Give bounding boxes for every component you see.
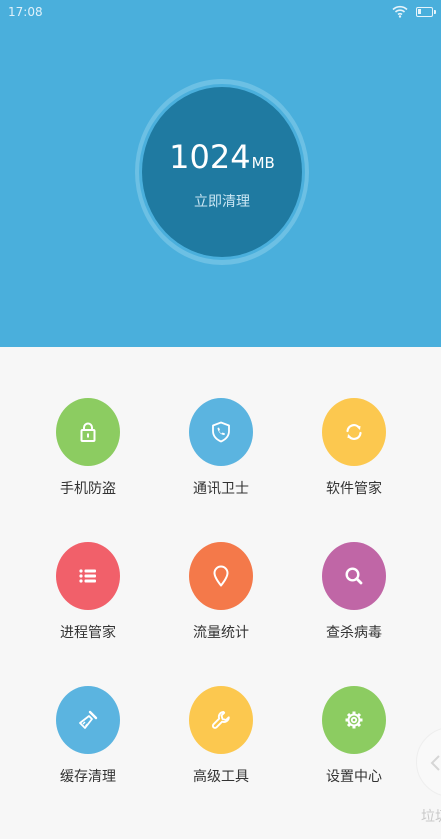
grid-label: 手机防盗 xyxy=(60,481,116,497)
traffic-stats-circle xyxy=(189,542,253,610)
grid-item-settings[interactable]: 设置中心 xyxy=(299,686,409,796)
status-bar: 17:08 xyxy=(0,0,441,24)
clean-now-label: 立即清理 xyxy=(194,194,250,210)
app-manager-circle xyxy=(322,398,386,466)
grid-label: 软件管家 xyxy=(326,481,382,497)
gear-icon xyxy=(345,711,363,729)
wrench-icon xyxy=(212,711,230,729)
grid-label: 设置中心 xyxy=(326,769,382,785)
grid-label: 通讯卫士 xyxy=(193,481,249,497)
call-guard-circle xyxy=(189,398,253,466)
grid-label: 查杀病毒 xyxy=(326,625,382,641)
settings-circle xyxy=(322,686,386,754)
anti-theft-circle xyxy=(56,398,120,466)
grid-label: 高级工具 xyxy=(193,769,249,785)
refresh-icon xyxy=(346,424,362,440)
grid-item-call-guard[interactable]: 通讯卫士 xyxy=(166,398,276,508)
list-icon xyxy=(79,569,96,583)
clean-now-button[interactable]: 1024MB 立即清理 xyxy=(142,87,302,257)
virus-scan-circle xyxy=(322,542,386,610)
header-panel: 17:08 1024MB 立即清理 xyxy=(0,0,441,347)
search-icon xyxy=(345,567,363,585)
grid-label: 流量统计 xyxy=(193,625,249,641)
grid-item-traffic-stats[interactable]: 流量统计 xyxy=(166,542,276,652)
cache-clean-circle xyxy=(56,686,120,754)
chevron-left-icon xyxy=(430,755,440,771)
lock-icon xyxy=(80,422,96,442)
grid-item-process-manager[interactable]: 进程管家 xyxy=(33,542,143,652)
grid-item-advanced-tools[interactable]: 高级工具 xyxy=(166,686,276,796)
grid-label: 进程管家 xyxy=(60,625,116,641)
edge-drawer-label: 垃圾 xyxy=(421,809,441,825)
grid-item-virus-scan[interactable]: 查杀病毒 xyxy=(299,542,409,652)
phone-shield-icon xyxy=(212,421,230,443)
status-time: 17:08 xyxy=(8,5,43,19)
grid-item-anti-theft[interactable]: 手机防盗 xyxy=(33,398,143,508)
location-pin-icon xyxy=(213,565,229,587)
battery-icon xyxy=(416,7,436,17)
grid-item-cache-clean[interactable]: 缓存清理 xyxy=(33,686,143,796)
memory-value: 1024MB xyxy=(169,138,275,176)
edge-drawer-handle[interactable] xyxy=(416,727,441,797)
memory-unit: MB xyxy=(251,154,275,172)
advanced-tools-circle xyxy=(189,686,253,754)
wifi-icon xyxy=(392,5,408,18)
grid-label: 缓存清理 xyxy=(60,769,116,785)
process-manager-circle xyxy=(56,542,120,610)
grid-item-app-manager[interactable]: 软件管家 xyxy=(299,398,409,508)
broom-icon xyxy=(79,710,98,729)
